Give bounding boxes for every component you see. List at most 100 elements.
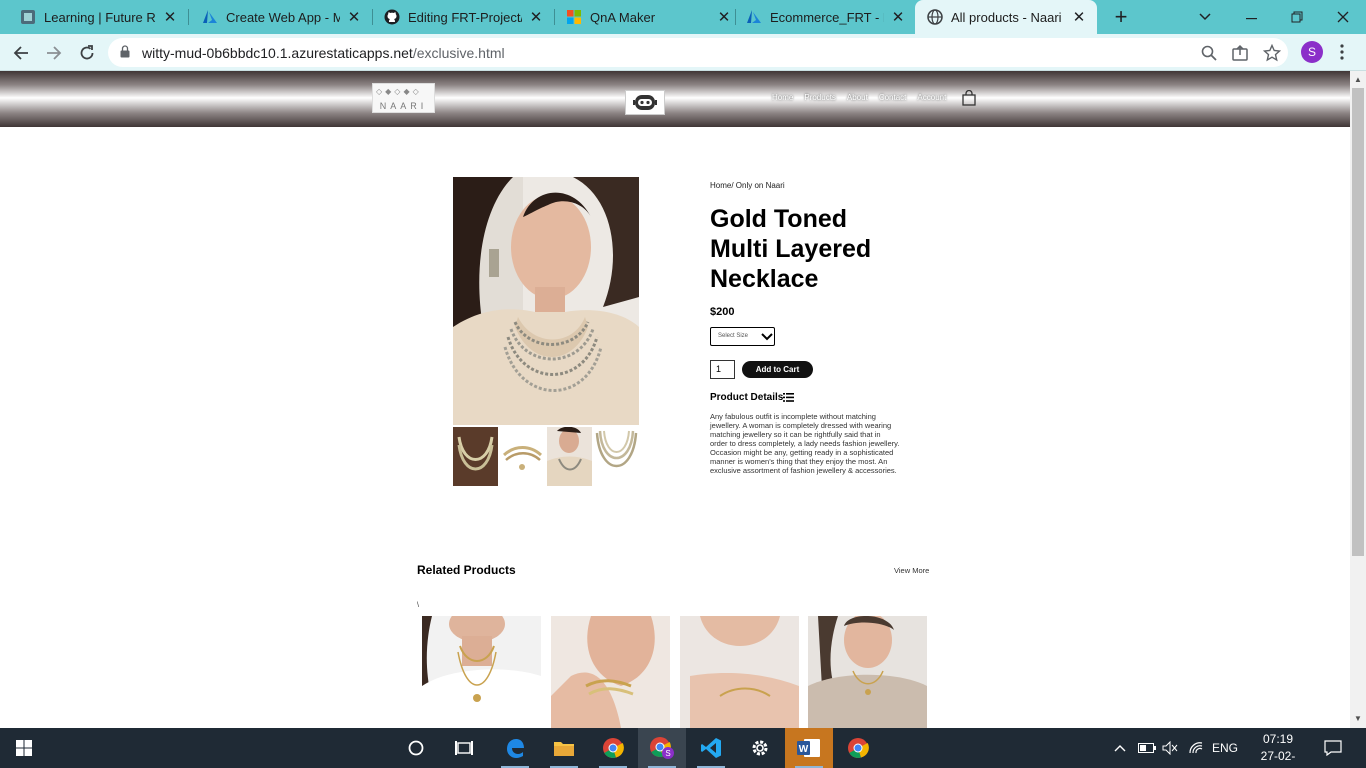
nav-home[interactable]: Home xyxy=(772,93,793,102)
restore-icon[interactable] xyxy=(1274,0,1320,34)
close-icon[interactable]: ✕ xyxy=(162,8,178,26)
close-icon[interactable]: ✕ xyxy=(890,8,906,26)
close-icon[interactable]: ✕ xyxy=(1071,8,1087,26)
azure-icon xyxy=(203,10,217,23)
chrome-profile-icon[interactable]: S xyxy=(638,728,686,768)
nav-about[interactable]: About xyxy=(847,93,868,102)
volume-muted-icon[interactable] xyxy=(1162,728,1178,768)
tab-title: Learning | Future Reac xyxy=(44,9,156,25)
clock-time: 07:19 xyxy=(1262,732,1294,746)
chrome-icon-2[interactable] xyxy=(834,728,882,768)
product-thumbnail[interactable] xyxy=(594,427,639,486)
product-description: Any fabulous outfit is incomplete withou… xyxy=(710,412,900,475)
profile-avatar[interactable]: S xyxy=(1301,41,1323,63)
share-icon[interactable] xyxy=(1231,44,1249,62)
edge-browser-icon[interactable] xyxy=(491,728,539,768)
input-language[interactable]: ENG xyxy=(1212,728,1238,768)
cortana-search-icon[interactable] xyxy=(392,728,440,768)
globe-icon xyxy=(927,9,943,25)
lock-icon xyxy=(120,45,130,58)
quantity-input[interactable]: 1 xyxy=(710,360,735,379)
site-header: ◇◆◇◆◇ NAARI Home Products About Contact … xyxy=(0,71,1350,127)
tab-title: Create Web App - Mic xyxy=(226,9,340,25)
scroll-up-arrow-icon[interactable]: ▲ xyxy=(1354,75,1362,84)
browser-tabstrip: Learning | Future Reac ✕ Create Web App … xyxy=(0,0,1366,34)
scroll-down-arrow-icon[interactable]: ▼ xyxy=(1354,714,1362,723)
windows-taskbar: S W ENG 07:19 27-02-2022 xyxy=(0,728,1366,768)
settings-gear-icon[interactable] xyxy=(736,728,784,768)
minimize-icon[interactable] xyxy=(1228,0,1274,34)
robot-icon xyxy=(633,95,657,110)
naari-logo[interactable]: ◇◆◇◆◇ NAARI xyxy=(372,83,435,113)
vscode-icon[interactable] xyxy=(687,728,735,768)
browser-toolbar: witty-mud-0b6bbdc10.1.azurestaticapps.ne… xyxy=(0,34,1366,71)
tab-title: Ecommerce_FRT - Mic xyxy=(770,9,884,25)
tab-title: QnA Maker xyxy=(590,9,656,25)
task-view-icon[interactable] xyxy=(440,728,488,768)
show-hidden-icons-chevron-up-icon[interactable] xyxy=(1114,728,1126,768)
close-window-icon[interactable] xyxy=(1320,0,1366,34)
size-select[interactable]: Select Size xyxy=(710,327,775,346)
windows-start-icon[interactable] xyxy=(0,728,48,768)
nav-products[interactable]: Products xyxy=(804,93,836,102)
kebab-menu-icon[interactable] xyxy=(1334,40,1350,64)
clock-date: 27-02-2022 xyxy=(1260,749,1296,768)
nav-account[interactable]: Account xyxy=(917,93,946,102)
related-product-card[interactable] xyxy=(551,616,670,728)
product-thumbnail[interactable] xyxy=(547,427,592,486)
microsoft-icon xyxy=(567,10,581,24)
nav-contact[interactable]: Contact xyxy=(879,93,907,102)
chatbot-logo[interactable] xyxy=(625,90,665,115)
add-to-cart-button[interactable]: Add to Cart xyxy=(742,361,813,378)
address-bar[interactable]: witty-mud-0b6bbdc10.1.azurestaticapps.ne… xyxy=(108,38,1288,67)
azure-icon xyxy=(747,10,761,23)
page-title: Gold Toned Multi Layered Necklace xyxy=(710,205,872,293)
shopping-bag-icon[interactable] xyxy=(962,90,976,106)
stray-text: \ xyxy=(417,602,419,609)
close-icon[interactable]: ✕ xyxy=(528,8,544,26)
github-icon xyxy=(384,9,400,25)
tab-qna-maker[interactable]: QnA Maker ✕ xyxy=(546,0,742,34)
new-tab-button[interactable]: + xyxy=(1108,4,1134,30)
tab-title: All products - Naari xyxy=(951,9,1062,25)
notifications-icon[interactable] xyxy=(1324,728,1342,768)
logo-text: NAARI xyxy=(379,101,428,111)
chevron-down-icon xyxy=(761,333,773,341)
wifi-icon[interactable] xyxy=(1188,728,1204,768)
close-icon[interactable]: ✕ xyxy=(346,8,362,26)
url-text: witty-mud-0b6bbdc10.1.azurestaticapps.ne… xyxy=(142,45,505,61)
svg-text:S: S xyxy=(665,749,670,758)
product-thumbnail[interactable] xyxy=(500,427,545,486)
chrome-icon[interactable] xyxy=(589,728,637,768)
product-details-heading: Product Details xyxy=(710,392,784,403)
tab-search-chevron-down-icon[interactable] xyxy=(1182,0,1228,34)
zoom-search-icon[interactable] xyxy=(1200,44,1218,62)
word-icon[interactable]: W xyxy=(785,728,833,768)
battery-icon[interactable] xyxy=(1138,728,1156,768)
breadcrumb[interactable]: Home/ Only on Naari xyxy=(710,181,785,190)
product-main-image xyxy=(453,177,639,425)
related-product-card[interactable] xyxy=(680,616,799,728)
view-more-link[interactable]: View More xyxy=(894,566,929,575)
back-arrow-icon[interactable] xyxy=(8,40,34,66)
tab-create-web-app[interactable]: Create Web App - Mic ✕ xyxy=(182,0,372,34)
related-product-card[interactable] xyxy=(808,616,927,728)
page-viewport: ◇◆◇◆◇ NAARI Home Products About Contact … xyxy=(0,71,1350,728)
tab-learning[interactable]: Learning | Future Reac ✕ xyxy=(0,0,188,34)
tab-github-editing[interactable]: Editing FRT-Project/RE ✕ xyxy=(364,0,554,34)
taskbar-clock[interactable]: 07:19 27-02-2022 xyxy=(1248,731,1308,768)
file-explorer-icon[interactable] xyxy=(540,728,588,768)
scrollbar-thumb[interactable] xyxy=(1352,88,1364,556)
related-product-card[interactable] xyxy=(422,616,541,728)
forward-arrow-icon[interactable] xyxy=(41,40,67,66)
product-thumbnail[interactable] xyxy=(453,427,498,486)
tab-all-products[interactable]: All products - Naari ✕ xyxy=(915,0,1097,34)
related-products-heading: Related Products xyxy=(417,563,516,577)
bookmark-star-icon[interactable] xyxy=(1263,44,1281,62)
size-select-value: Select Size xyxy=(718,333,749,339)
tab-ecommerce[interactable]: Ecommerce_FRT - Mic ✕ xyxy=(726,0,916,34)
reload-icon[interactable] xyxy=(74,40,100,66)
product-price: $200 xyxy=(710,306,735,318)
url-host: witty-mud-0b6bbdc10.1.azurestaticapps.ne… xyxy=(142,45,413,61)
page-scrollbar[interactable]: ▲ ▼ xyxy=(1350,71,1366,728)
